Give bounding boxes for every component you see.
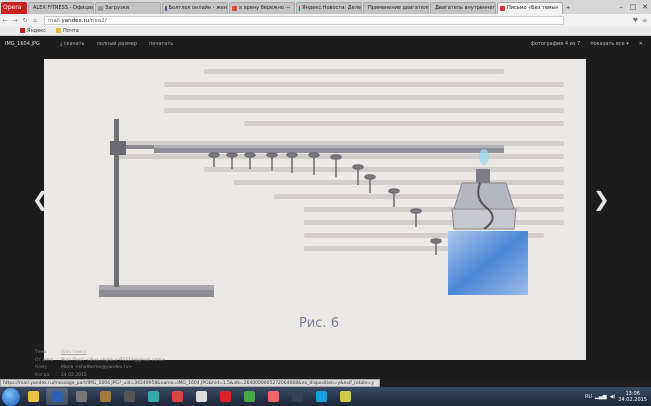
- browser-tab[interactable]: ALEX FITNESS - Официаль: [28, 2, 94, 14]
- skype-icon[interactable]: [310, 388, 332, 405]
- tab-strip: Opera ALEX FITNESS - Официаль Загрузки Бол…: [0, 0, 651, 14]
- tab-favicon-icon: [98, 6, 103, 11]
- globe-icon[interactable]: [142, 388, 164, 405]
- forward-icon[interactable]: →: [10, 17, 20, 24]
- bookmark-heart-icon[interactable]: ♥: [633, 17, 638, 24]
- volume-icon[interactable]: ◀): [610, 394, 616, 400]
- browser-tab[interactable]: Загрузки: [95, 2, 161, 14]
- tab-favicon-icon: [232, 6, 237, 11]
- back-icon[interactable]: ←: [0, 17, 10, 24]
- notes-icon[interactable]: [334, 388, 356, 405]
- browser-tab[interactable]: Двигатель внутреннего: [430, 2, 496, 14]
- tab-label: я арену бережно —: [239, 5, 291, 11]
- language-indicator[interactable]: RU: [585, 394, 592, 400]
- meta-row: Тема (Без темы): [35, 349, 165, 357]
- show-all-button[interactable]: показать все ▾: [590, 41, 628, 47]
- paint-icon[interactable]: [166, 388, 188, 405]
- url-path: /neo2/: [89, 17, 107, 24]
- chrome-icon[interactable]: [238, 388, 260, 405]
- url-field[interactable]: mail.yandex.ru/neo2/: [44, 15, 564, 25]
- tab-label: ALEX FITNESS - Официаль: [33, 5, 94, 11]
- clock[interactable]: 13:06 24.02.2015: [618, 391, 647, 403]
- start-button[interactable]: [2, 387, 20, 406]
- full-size-button[interactable]: полный размер: [97, 41, 138, 47]
- bookmark-label: Яндекс: [27, 27, 47, 34]
- viewer-toolbar: IMG_1604.JPG ⤓ скачать полный размер печ…: [0, 37, 651, 51]
- opera-icon[interactable]: [214, 388, 236, 405]
- meta-row: Когда 24.02.2015: [35, 372, 165, 380]
- taskbar-icons: [20, 388, 356, 405]
- tabs-container: ALEX FITNESS - Официаль Загрузки Болтлок о…: [27, 2, 563, 14]
- address-bar: ← → ↻ ⌂ mail.yandex.ru/neo2/ ♥ ≡: [0, 14, 651, 26]
- close-window-icon[interactable]: ✕: [639, 2, 651, 14]
- next-arrow-icon[interactable]: ❯: [593, 187, 610, 211]
- status-url: https://mail.yandex.ru/message_part/IMG_…: [0, 379, 380, 387]
- apparatus-illustration: [99, 69, 564, 297]
- address-icons: ♥ ≡: [633, 17, 651, 24]
- word-icon[interactable]: [46, 388, 68, 405]
- reload-icon[interactable]: ↻: [20, 17, 30, 24]
- taskbar: RU ▂▄▆ ◀) 13:06 24.02.2015: [0, 387, 651, 406]
- tab-label: Загрузки: [105, 5, 129, 11]
- meta-label: Когда: [35, 372, 50, 378]
- tab-favicon-icon: [299, 6, 301, 11]
- photo: Рис. 6: [44, 59, 586, 360]
- url-domain: yandex.ru: [61, 17, 90, 24]
- folder-icon: [56, 28, 62, 33]
- new-tab-button[interactable]: +: [564, 2, 576, 14]
- meta-label: От кого: [35, 357, 54, 363]
- minimize-icon[interactable]: –: [615, 2, 627, 14]
- system-tray: RU ▂▄▆ ◀) 13:06 24.02.2015: [585, 391, 651, 403]
- bookmark-mail[interactable]: Почта: [56, 28, 79, 34]
- files-icon[interactable]: [190, 388, 212, 405]
- browser-tab[interactable]: Письмо «Без темы»: [497, 2, 563, 14]
- browser-tab[interactable]: Болтлок онлайн - жен: [162, 2, 228, 14]
- tab-label: Применение двигателе: [368, 5, 429, 11]
- close-viewer-icon[interactable]: ✕: [639, 41, 643, 47]
- meta-value: 24.02.2015: [61, 372, 87, 378]
- bookmark-yandex[interactable]: Яндекс: [20, 28, 46, 34]
- home-icon[interactable]: ⌂: [30, 17, 40, 24]
- yandex-icon: [20, 28, 25, 33]
- window-controls: – □ ✕: [615, 2, 651, 14]
- browser-tab[interactable]: Яндекс.Новости: Деле: [296, 2, 362, 14]
- tab-label: Двигатель внутреннего: [435, 5, 496, 11]
- tab-label: Болтлок онлайн - жен: [168, 5, 227, 11]
- download-button[interactable]: ⤓ скачать: [60, 41, 85, 47]
- meta-row: Кому Мила <shelterme@yandex.ru>: [35, 364, 165, 372]
- meta-row: От кого Яша Пухп <diva.shplace-93333@gmai…: [35, 357, 165, 365]
- meta-label: Тема: [35, 350, 47, 355]
- bookmark-label: Почта: [63, 27, 79, 34]
- meta-value[interactable]: (Без темы): [61, 350, 87, 355]
- tab-label: Яндекс.Новости: Деле: [302, 5, 361, 11]
- browser-tab[interactable]: Применение двигателе: [363, 2, 429, 14]
- print-button[interactable]: печатать: [149, 41, 173, 47]
- image-viewer: IMG_1604.JPG ⤓ скачать полный размер печ…: [0, 37, 651, 379]
- player-icon[interactable]: [262, 388, 284, 405]
- network-icon[interactable]: ▂▄▆: [595, 394, 607, 400]
- photo-counter: фотография 4 из 7: [530, 41, 581, 47]
- explorer-icon[interactable]: [22, 388, 44, 405]
- meta-value: Мила <shelterme@yandex.ru>: [61, 365, 133, 370]
- browser-tab[interactable]: я арену бережно —: [229, 2, 295, 14]
- bookmarks-bar: Яндекс Почта: [0, 26, 651, 36]
- tab-favicon-icon: [500, 6, 505, 11]
- game-2-icon[interactable]: [118, 388, 140, 405]
- tab-label: Письмо «Без темы»: [507, 5, 559, 11]
- url-prefix: mail.: [48, 17, 62, 24]
- game-cs-icon[interactable]: [70, 388, 92, 405]
- message-meta: Тема (Без темы) От кого Яша Пухп <diva.shpl…: [35, 349, 165, 379]
- maximize-icon[interactable]: □: [627, 2, 639, 14]
- clock-date: 24.02.2015: [618, 396, 647, 403]
- meta-value: Яша Пухп <diva.shplace-93333@gmail.com>: [61, 357, 166, 363]
- meta-label: Кому: [35, 365, 48, 370]
- menu-icon[interactable]: ≡: [642, 17, 647, 24]
- tab-favicon-icon: [165, 6, 167, 11]
- steam-icon[interactable]: [286, 388, 308, 405]
- file-name: IMG_1604.JPG: [5, 41, 40, 47]
- game-icon[interactable]: [94, 388, 116, 405]
- figure-caption: Рис. 6: [299, 316, 339, 331]
- opera-menu-button[interactable]: Opera: [1, 2, 27, 14]
